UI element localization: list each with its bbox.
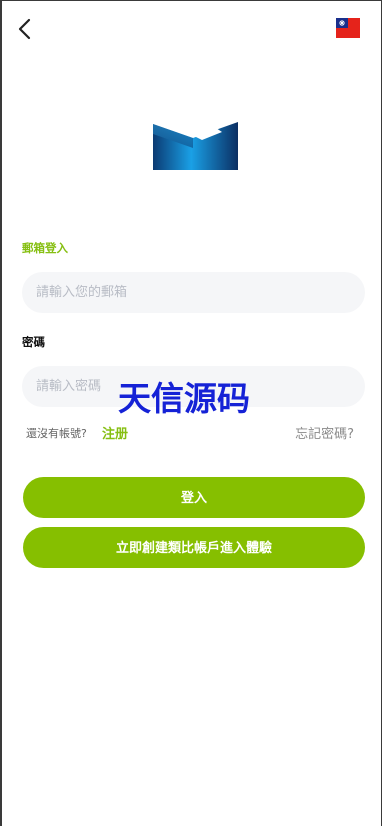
password-input[interactable] [22, 366, 365, 407]
register-link[interactable]: 注册 [102, 423, 128, 442]
password-label: 密碼 [22, 335, 45, 349]
demo-account-button[interactable]: 立即創建類比帳戶進入體驗 [23, 527, 365, 568]
brand-logo-icon [153, 120, 238, 170]
no-account-text: 還沒有帳號? [26, 427, 87, 440]
forgot-password-link[interactable]: 忘記密碼? [295, 423, 354, 442]
taiwan-flag-icon[interactable] [336, 18, 360, 38]
email-input[interactable] [22, 272, 365, 313]
email-login-label: 郵箱登入 [22, 241, 68, 255]
chevron-left-icon[interactable] [14, 17, 36, 41]
login-button[interactable]: 登入 [23, 477, 365, 518]
top-bar [2, 1, 381, 57]
